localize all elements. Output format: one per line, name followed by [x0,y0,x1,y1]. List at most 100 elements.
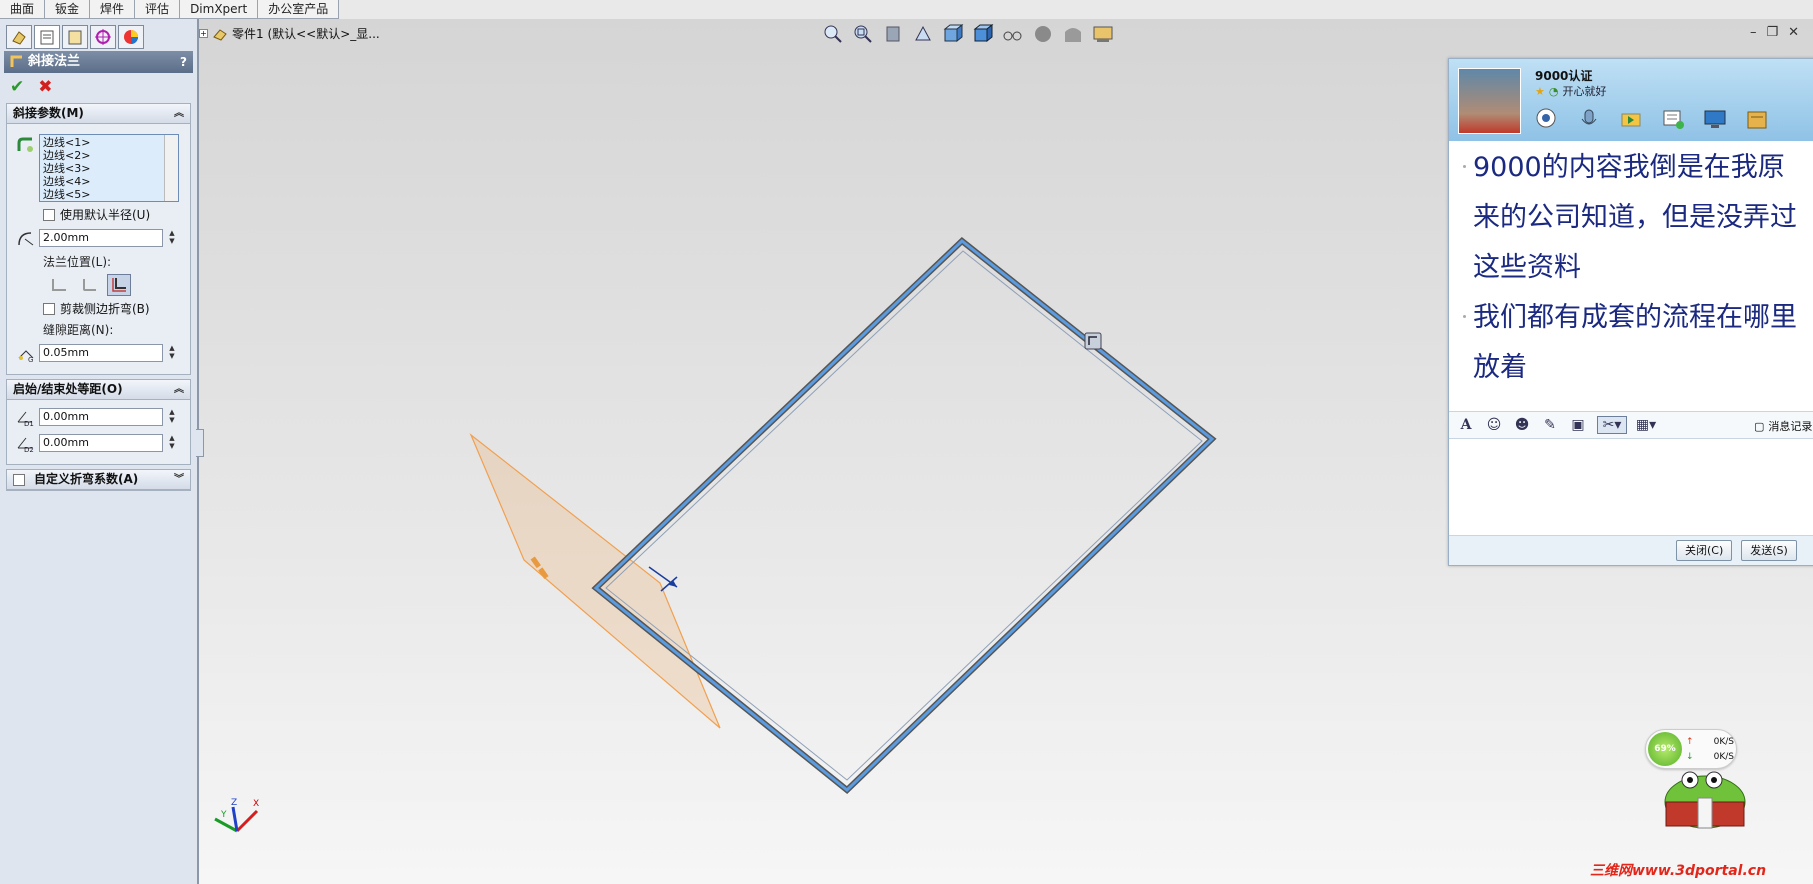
display-manager-tab[interactable] [118,25,144,49]
avatar[interactable] [1458,68,1521,134]
download-arrow-icon: ↓ [1686,752,1694,762]
property-manager-tab[interactable] [34,25,60,49]
memory-usage-badge: 69% [1648,732,1682,766]
edge-selection-list[interactable]: 边线<1> 边线<2> 边线<3> 边线<4> 边线<5> [39,134,179,202]
miter-flange-icon [10,55,22,67]
cancel-x-icon[interactable]: ✖ [38,77,52,97]
message-icon[interactable] [1659,105,1687,133]
star-icon: ★ [1535,84,1545,98]
property-manager: 斜接法兰 ? ✔ ✖ 斜接参数(M) ︽ 边线<1> 边线<2> 边线<3> 边… [0,19,204,884]
end-offset-input[interactable]: 0.00mm [39,434,163,452]
calendar-icon[interactable]: ▦▾ [1636,416,1656,434]
history-icon: ▢ [1754,419,1765,433]
magic-emoji-icon[interactable]: ☻ [1513,416,1531,434]
svg-text:X: X [253,799,259,809]
material-inside-button[interactable] [47,274,71,296]
close-button[interactable]: 关闭(C) [1676,540,1733,561]
chat-tools [1533,105,1771,133]
font-icon[interactable]: A [1457,416,1475,434]
help-button[interactable]: ? [180,51,187,73]
color-wheel-icon [124,30,138,44]
gap-distance-icon: G [13,342,39,364]
feature-manager-tab[interactable] [6,25,32,49]
gap-spinner[interactable]: ▲ ▼ [166,344,178,362]
configuration-manager-tab[interactable] [62,25,88,49]
custom-bend-allowance-header[interactable]: 自定义折弯系数(A) ︾ [7,470,190,490]
custom-bend-allowance-group: 自定义折弯系数(A) ︾ [6,469,191,491]
message-history-button[interactable]: ▢ 消息记录 [1754,418,1812,434]
property-list-icon [40,30,54,45]
chevron-up-icon[interactable]: ︽ [174,380,184,399]
message-text: 这些资料 [1473,252,1581,283]
feature-title: 斜接法兰 [28,54,81,69]
list-item[interactable]: 边线<3> [43,162,175,175]
network-monitor[interactable]: 69% ↑ 0K/S ↓ 0K/S [1645,729,1737,769]
app-menu-icon[interactable] [1743,105,1771,133]
trim-side-bends-checkbox[interactable] [43,302,55,315]
end-offset-spinner[interactable]: ▲ ▼ [166,434,178,452]
panel-collapse-handle[interactable] [196,429,204,457]
miter-parameters-header[interactable]: 斜接参数(M) ︽ [7,104,190,124]
svg-text:D1: D1 [24,420,34,427]
image-icon[interactable]: ▣ [1569,416,1587,434]
material-outside-button[interactable] [77,274,101,296]
bend-outside-button[interactable] [107,274,131,296]
list-item[interactable]: 边线<4> [43,175,175,188]
crosshair-icon [95,29,111,45]
edge-selection-marker[interactable] [1084,332,1102,350]
gap-distance-label: 缝隙距离(N): [43,323,114,337]
chevron-up-icon[interactable]: ︽ [174,104,184,123]
list-item[interactable]: 边线<2> [43,149,175,162]
video-call-icon[interactable] [1533,105,1561,133]
message-history[interactable]: 9000的内容我倒是在我原 来的公司知道，但是没弄过 这些资料 我们都有成套的流… [1449,141,1813,411]
list-item[interactable]: 边线<1> [43,136,175,149]
miter-flange-frame[interactable] [591,237,1217,794]
radius-spinner[interactable]: ▲ ▼ [166,229,178,247]
emoji-icon[interactable]: ☺ [1485,416,1503,434]
bend-radius-input[interactable]: 2.00mm [39,229,163,247]
trim-side-bends-label: 剪裁侧边折弯(B) [60,302,150,316]
remote-desktop-icon[interactable] [1701,105,1729,133]
command-manager-tabs: 曲面 钣金 焊件 评估 DimXpert 办公室产品 [0,0,340,19]
format-toolbar: A ☺ ☻ ✎ ▣ ✂▾ ▦▾ ▢ 消息记录 [1449,411,1813,439]
miter-parameters-group: 斜接参数(M) ︽ 边线<1> 边线<2> 边线<3> 边线<4> 边线<5> … [6,103,191,375]
tab-weldments[interactable]: 焊件 [90,0,136,19]
tab-dimxpert[interactable]: DimXpert [180,0,259,19]
tab-sheet-metal[interactable]: 钣金 [45,0,91,19]
start-end-offset-header[interactable]: 启始/结束处等距(O) ︽ [7,380,190,400]
start-offset-icon: D1 [13,406,39,428]
send-button[interactable]: 发送(S) [1741,540,1797,561]
feature-title-bar: 斜接法兰 ? [4,51,193,73]
contact-name: 9000认证 [1535,69,1593,83]
dimxpert-manager-tab[interactable] [90,25,116,49]
tab-office-products[interactable]: 办公室产品 [258,0,340,19]
bend-radius-icon [13,227,39,249]
tab-surface[interactable]: 曲面 [0,0,46,19]
group-title: 启始/结束处等距(O) [13,382,123,396]
custom-bend-allowance-checkbox[interactable] [13,473,25,486]
ok-check-icon[interactable]: ✔ [10,77,24,97]
edge-select-icon [13,134,39,156]
start-offset-input[interactable]: 0.00mm [39,408,163,426]
tab-evaluate[interactable]: 评估 [135,0,181,19]
flange-inside-icon [52,279,66,291]
site-watermark: 三维网www.3dportal.cn [1590,863,1767,879]
use-default-radius-label: 使用默认半径(U) [60,208,151,222]
handwriting-icon[interactable]: ✎ [1541,416,1559,434]
contact-status: ★ ◔ 开心就好 [1535,83,1606,99]
chevron-down-icon[interactable]: ︾ [174,470,184,489]
gap-distance-input[interactable]: 0.05mm [39,344,163,362]
message-input[interactable] [1449,439,1813,535]
use-default-radius-checkbox[interactable] [43,208,55,221]
voice-call-icon[interactable] [1575,105,1603,133]
screenshot-scissors-icon[interactable]: ✂▾ [1597,416,1627,434]
list-item[interactable]: 边线<5> [43,188,175,201]
send-file-icon[interactable] [1617,105,1645,133]
list-scrollbar[interactable] [164,135,178,201]
start-offset-spinner[interactable]: ▲ ▼ [166,408,178,426]
configuration-icon [68,30,82,45]
flange-bend-outside-icon [112,278,126,292]
message-text: 放着 [1473,352,1527,383]
mascot-icon[interactable] [1652,768,1758,836]
status-text: 开心就好 [1562,85,1607,98]
